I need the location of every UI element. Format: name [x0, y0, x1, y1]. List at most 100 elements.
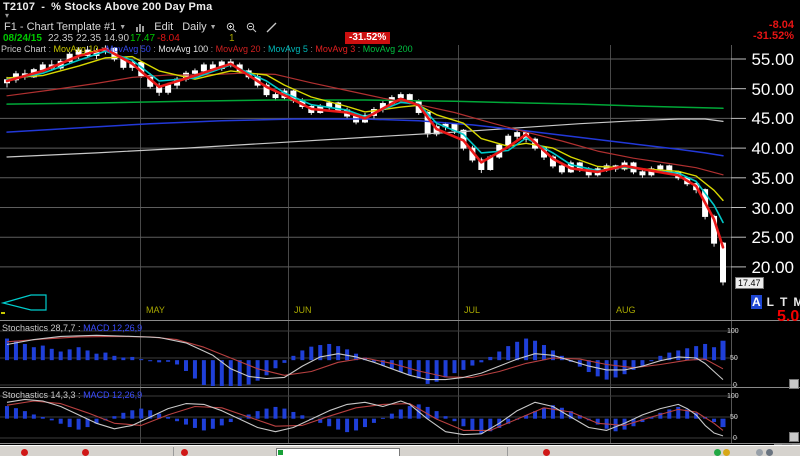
- range-button-a0[interactable]: A: [751, 295, 762, 309]
- taskbar-red-icon[interactable]: [21, 449, 28, 456]
- legend-separator: :: [46, 44, 54, 54]
- price-axis-label: 20.00: [751, 257, 794, 277]
- quote-low: 14.90: [104, 33, 130, 44]
- panel-axis-label: 0: [733, 435, 737, 442]
- macd-histogram-bar: [264, 408, 269, 419]
- legend-item[interactable]: Price Chart: [1, 44, 46, 54]
- range-button-t2[interactable]: T: [779, 295, 788, 309]
- panel1-overlay-name: MACD 12,26,9: [83, 323, 143, 333]
- candle-body: [165, 84, 172, 93]
- macd-histogram-bar: [452, 360, 457, 374]
- tray-icon[interactable]: [756, 449, 763, 456]
- candle-body: [505, 135, 512, 146]
- template-selector[interactable]: F1 - Chart Template #1 ▼: [4, 21, 126, 33]
- panel2-options-button[interactable]: [789, 432, 799, 442]
- legend-item[interactable]: MovAvg 10: [54, 44, 99, 54]
- zoom-out-icon[interactable]: [246, 22, 257, 33]
- price-axis-label: 35.00: [751, 168, 794, 188]
- macd-histogram-bar: [300, 350, 305, 361]
- taskbar-red-icon[interactable]: [181, 449, 188, 456]
- quote-flag: 1: [229, 33, 235, 44]
- month-label: AUG: [616, 305, 636, 315]
- legend-item[interactable]: MovAvg 3: [315, 44, 355, 54]
- app-icon: [278, 450, 283, 455]
- legend-separator: :: [355, 44, 363, 54]
- price-axis-label: 25.00: [751, 228, 794, 248]
- macd-histogram-bar: [416, 360, 421, 379]
- macd-histogram-bar: [5, 406, 9, 419]
- macd-histogram-bar: [291, 411, 296, 419]
- movavg-200-line: [6, 99, 724, 110]
- macd-histogram-bar: [398, 409, 403, 419]
- macd-histogram-bar: [13, 408, 18, 419]
- panel1-options-button[interactable]: [789, 379, 799, 389]
- macd-histogram-bar: [139, 359, 144, 361]
- macd-histogram-bar: [685, 348, 690, 361]
- macd-histogram-bar: [67, 349, 72, 361]
- edit-button[interactable]: Edit: [154, 21, 173, 33]
- macd-histogram-bar: [371, 418, 376, 423]
- trendline-tool-icon[interactable]: [266, 22, 277, 33]
- tray-icon[interactable]: [723, 449, 730, 456]
- candle-body: [191, 70, 198, 74]
- macd-histogram-bar: [67, 418, 72, 428]
- macd-histogram-bar: [139, 408, 144, 419]
- zoom-in-icon[interactable]: [226, 22, 237, 33]
- tray-icon[interactable]: [766, 449, 773, 456]
- legend-separator: :: [98, 44, 106, 54]
- macd-histogram-bar: [192, 360, 197, 379]
- macd-histogram-bar: [228, 418, 233, 423]
- legend-item[interactable]: MovAvg 20: [216, 44, 261, 54]
- range-button-m3[interactable]: M: [792, 295, 800, 309]
- macd-histogram-bar: [327, 343, 332, 361]
- macd-histogram-bar: [273, 406, 278, 419]
- tray-icon[interactable]: [714, 449, 721, 456]
- period-selector[interactable]: Daily ▼: [182, 21, 216, 33]
- macd-histogram-bar: [291, 355, 296, 361]
- macd-histogram-bar: [720, 418, 726, 428]
- macd-histogram-bar: [389, 413, 394, 419]
- macd-histogram-bar: [300, 415, 305, 419]
- movavg-10-line: [6, 55, 724, 202]
- candle-body: [558, 165, 565, 173]
- macd-histogram-bar: [219, 360, 224, 386]
- panel2-label: Stochastics 14,3,3 : MACD 12,26,9: [2, 390, 143, 400]
- taskbar-red-icon[interactable]: [543, 449, 550, 456]
- macd-histogram-bar: [58, 351, 63, 361]
- legend-item[interactable]: MovAvg 5: [268, 44, 308, 54]
- macd-histogram-bar: [658, 355, 663, 361]
- window-title: T2107-% Stocks Above 200 Day Pma: [3, 1, 212, 13]
- candle-body: [639, 171, 646, 176]
- macd-histogram-bar: [461, 360, 466, 370]
- macd-histogram-bar: [506, 346, 511, 361]
- macd-histogram-bar: [363, 418, 367, 428]
- chevron-down-icon[interactable]: ▾: [5, 11, 9, 20]
- macd-histogram-bar: [720, 340, 726, 361]
- taskbar-search-input[interactable]: [276, 448, 400, 456]
- chart-toolbar: F1 - Chart Template #1 ▼ Edit Daily ▼: [4, 21, 277, 33]
- macd-histogram-bar: [282, 408, 287, 419]
- range-button-l1[interactable]: L: [766, 295, 775, 309]
- macd-histogram-bar: [192, 418, 197, 428]
- macd-histogram-bar: [148, 360, 153, 362]
- macd-histogram-bar: [166, 360, 171, 362]
- macd-histogram-bar: [40, 345, 45, 361]
- macd-histogram-bar: [497, 351, 502, 361]
- taskbar-red-icon[interactable]: [82, 449, 89, 456]
- macd-histogram-bar: [85, 350, 90, 361]
- macd-histogram-bar: [613, 360, 618, 378]
- bar-chart-icon[interactable]: [135, 22, 145, 32]
- note-pointer-icon[interactable]: [0, 294, 47, 311]
- macd-histogram-bar: [210, 418, 215, 429]
- candle-body: [200, 64, 207, 72]
- macd-histogram-bar: [559, 407, 564, 419]
- price-chart-canvas[interactable]: [0, 0, 800, 456]
- macd-histogram-bar: [76, 347, 81, 361]
- quote-change: -8.04: [157, 33, 180, 44]
- legend-item[interactable]: MovAvg 50: [106, 44, 151, 54]
- legend-item[interactable]: MovAvg 200: [363, 44, 413, 54]
- taskbar: [0, 445, 800, 456]
- macd-histogram-bar: [157, 360, 162, 363]
- legend-item[interactable]: MovAvg 100: [158, 44, 208, 54]
- macd-histogram-bar: [452, 418, 457, 422]
